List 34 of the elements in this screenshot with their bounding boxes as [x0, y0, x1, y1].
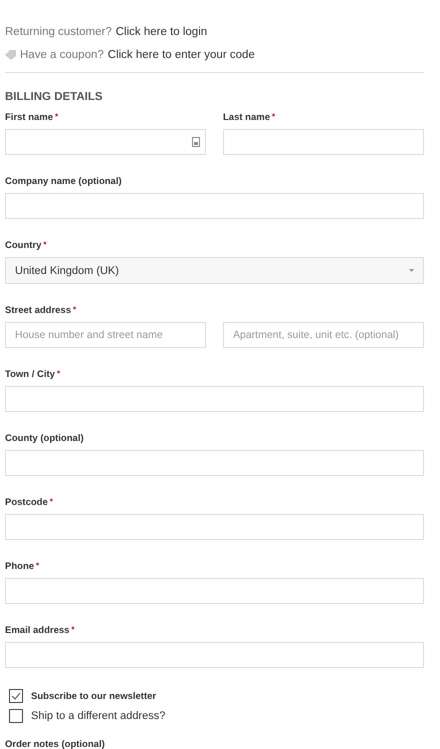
field-label: Phone *	[5, 561, 40, 574]
input-field[interactable]	[5, 386, 424, 412]
input-field[interactable]	[5, 514, 424, 540]
checkbox-label: Subscribe to our newsletter	[31, 690, 156, 702]
input-field[interactable]	[5, 578, 424, 604]
field-label: Country *	[5, 240, 48, 253]
section-heading: BILLING DETAILS	[5, 91, 104, 103]
field-label: County (optional)	[5, 433, 85, 446]
input-field[interactable]	[223, 129, 424, 155]
field-label: Street address *	[5, 305, 78, 318]
input-field[interactable]	[5, 193, 424, 219]
notice-text: Returning customer?	[5, 26, 112, 38]
input-field[interactable]: Apartment, suite, unit etc. (optional)	[223, 322, 424, 348]
input-field[interactable]	[5, 129, 206, 155]
field-label: Order notes (optional)	[5, 739, 106, 749]
field-label: First name *	[5, 112, 60, 125]
tag-icon	[5, 50, 16, 60]
checkbox[interactable]	[9, 689, 23, 703]
field-label: Company name (optional)	[5, 176, 123, 189]
field-label: Email address *	[5, 625, 76, 638]
notice-link[interactable]: Click here to login	[116, 26, 208, 38]
notice-text: Have a coupon?	[20, 48, 104, 60]
field-label: Last name *	[223, 112, 276, 125]
country-select[interactable]: United Kingdom (UK)	[5, 257, 424, 284]
caret-icon	[409, 269, 414, 272]
checkbox[interactable]	[9, 709, 23, 723]
autofill-icon[interactable]	[192, 137, 200, 147]
field-label: Town / City *	[5, 369, 62, 382]
checkbox-label: Ship to a different address?	[31, 710, 166, 722]
input-field[interactable]	[5, 642, 424, 668]
notice-link[interactable]: Click here to enter your code	[108, 48, 255, 60]
input-field[interactable]: House number and street name	[5, 322, 206, 348]
field-label: Postcode *	[5, 497, 54, 510]
input-field[interactable]	[5, 450, 424, 476]
